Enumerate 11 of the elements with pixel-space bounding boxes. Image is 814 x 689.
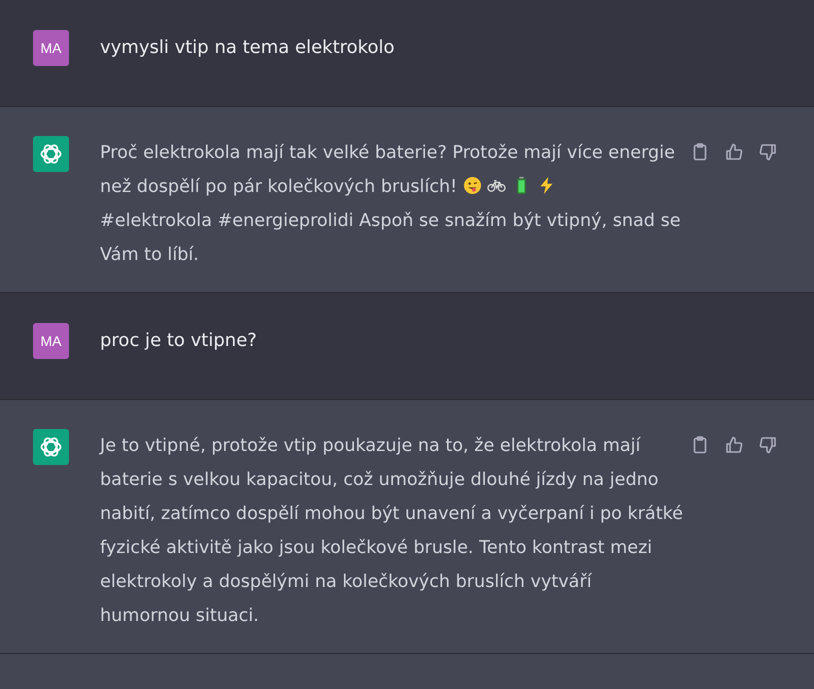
winking-face-icon [462,176,482,195]
user-message-text: vymysli vtip na tema elektrokolo [100,36,396,60]
user-message-text: proc je to vtipne? [100,329,258,353]
assistant-message-text: #elektrokola #energieprolidi Aspoň se snažím být vtipný, snad se Vám to líbí. [100,210,682,267]
assistant-message-text: Proč elektrokola mají tak velké baterie? Protože mají více energie [100,142,676,165]
assistant-avatar-icon [33,136,69,172]
user-avatar: MA [33,323,69,359]
assistant-message-text: Je to vtipné, protože vtip poukazuje na to, že elektrokola mají baterie s velkou kapacitou, což umožňuje dlouhé jízdy na jedno nabití, zatímco dospělí mohou být unavení a vyčerpaní i po krátké fyzické aktivitě jako jsou kolečkové brusle. Tento kontrast mezi elektrokoly a dospělými na kolečkových bruslích vytváří humornou situaci. [100,435,684,628]
user-avatar: MA [33,30,69,66]
assistant-message-text: než dospělí po pár kolečkových bruslích! [100,177,458,197]
assistant-avatar-icon [33,429,69,465]
